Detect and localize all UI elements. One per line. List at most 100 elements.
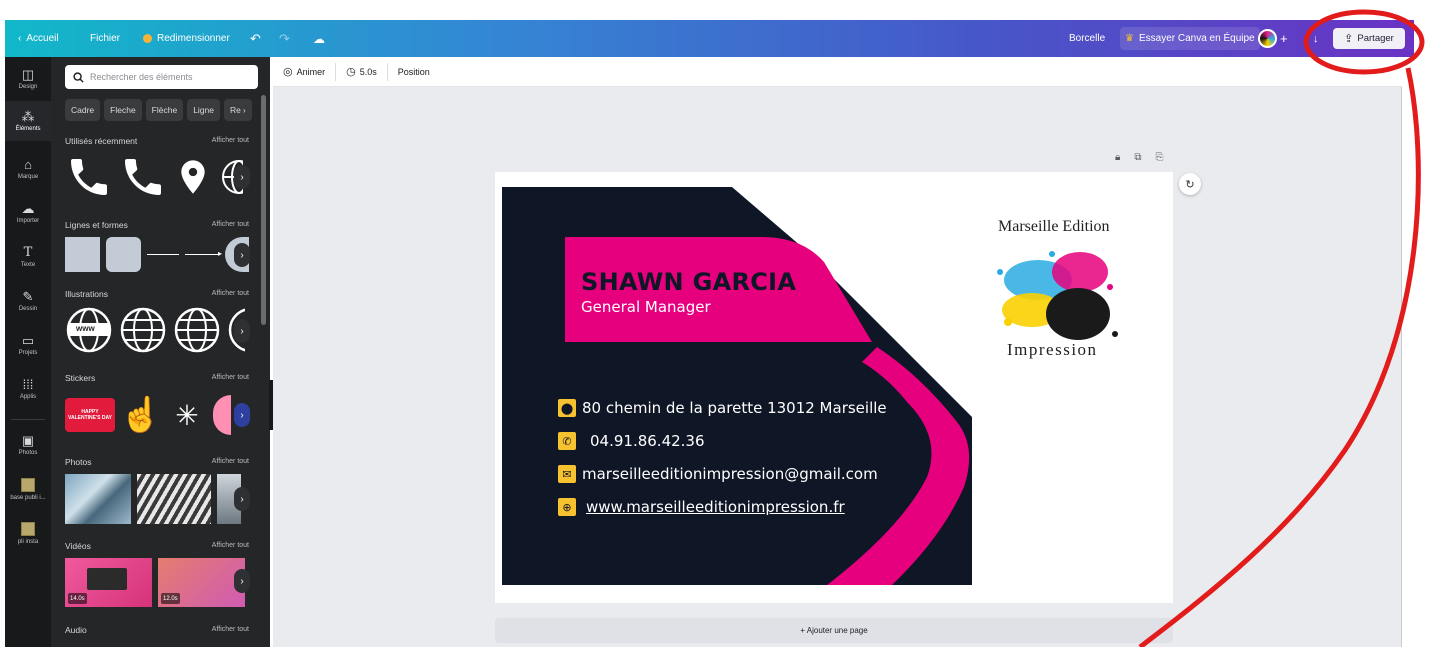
sparkle-sticker[interactable]: ✳ (167, 393, 207, 437)
rail-item-upload[interactable]: ☁ Importer (5, 193, 51, 233)
chevron-right-icon: › (240, 249, 244, 261)
team-name[interactable]: Borcelle (1069, 20, 1105, 57)
arrow-line-shape[interactable]: ▸ (185, 249, 222, 258)
share-upload-icon: ⇪ (1344, 33, 1354, 45)
photos-row (65, 474, 241, 524)
valentines-sticker[interactable]: HAPPY VALENTINE'S DAY (65, 398, 115, 432)
scroll-right-stickers[interactable]: › (234, 403, 250, 427)
resize-button[interactable]: Redimensionner (143, 20, 230, 57)
rail-item-design[interactable]: ◫ Design (5, 59, 51, 99)
animate-button[interactable]: ◎ Animer (273, 62, 337, 81)
scroll-right-illustrations[interactable]: › (234, 319, 250, 343)
share-button[interactable]: ⇪ Partager (1333, 28, 1405, 49)
card-website[interactable]: ⊕ www.marseilleeditionimpression.fr (558, 498, 845, 516)
phone-icon[interactable] (119, 152, 167, 202)
search-icon (73, 71, 84, 83)
photo-buildings[interactable] (65, 474, 131, 524)
hand-pointer-sticker[interactable]: ☝ (120, 393, 162, 437)
logo-subtitle[interactable]: Impression (1007, 340, 1098, 360)
see-all-stickers[interactable]: Afficher tout (201, 374, 249, 381)
rail-item-elements[interactable]: ⁂ Éléments (5, 101, 51, 141)
see-all-recent[interactable]: Afficher tout (201, 137, 249, 144)
lock-icon[interactable]: 🔒︎ (1115, 152, 1120, 163)
design-page[interactable]: SHAWN GARCIA General Manager ⬤ 80 chemin… (495, 172, 1173, 603)
chip-fleche[interactable]: Fleche (104, 99, 142, 121)
scroll-right-recent[interactable]: › (234, 165, 250, 189)
redo-icon[interactable]: ↷ (279, 20, 290, 57)
add-page-icon[interactable]: ⎘ (1155, 152, 1163, 163)
card-name[interactable]: SHAWN GARCIA (581, 268, 796, 296)
panel-scrollbar[interactable] (261, 95, 266, 325)
location-pin-icon[interactable] (173, 152, 213, 202)
page-tools: 🔒︎ ⧉ ⎘ (1115, 152, 1163, 163)
duplicate-icon[interactable]: ⧉ (1134, 152, 1141, 163)
rail-item-text[interactable]: T Texte (5, 237, 51, 277)
rail-divider (11, 419, 45, 420)
photo-skyscraper[interactable] (137, 474, 211, 524)
duration-button[interactable]: ◷ 5.0s (336, 62, 388, 81)
chevron-right-icon: › (240, 171, 244, 183)
card-email[interactable]: ✉ marseilleeditionimpression@gmail.com (558, 465, 878, 483)
chip-cadre[interactable]: Cadre (65, 99, 101, 121)
card-address[interactable]: ⬤ 80 chemin de la parette 13012 Marseill… (558, 399, 887, 417)
rail-item-base-publi[interactable]: base publi i... (5, 469, 51, 509)
see-all-shapes[interactable]: Afficher tout (201, 221, 249, 228)
download-icon[interactable]: ↓ (1313, 20, 1319, 57)
see-all-videos[interactable]: Afficher tout (201, 542, 249, 549)
rail-item-pli-insta[interactable]: pli insta (5, 513, 51, 553)
location-pin-icon: ⬤ (558, 399, 576, 417)
line-shape[interactable] (147, 254, 179, 255)
draw-icon: ✎ (22, 289, 34, 304)
video-laptop[interactable]: 14.0s (65, 558, 152, 607)
folder-thumbnail (21, 477, 35, 492)
search-input[interactable] (90, 72, 250, 82)
scroll-right-shapes[interactable]: › (234, 243, 250, 267)
layout-icon: ◫ (21, 67, 35, 82)
globe-icon[interactable] (173, 306, 221, 354)
search-box[interactable] (65, 65, 258, 89)
section-title-stickers: Stickers (65, 373, 96, 383)
scroll-right-videos[interactable]: › (234, 569, 250, 593)
rounded-square-shape[interactable] (106, 237, 141, 272)
rail-item-apps[interactable]: ⁞⁞⁞ Applis (5, 369, 51, 409)
video-laptop-shape (87, 568, 127, 590)
see-all-audio[interactable]: Afficher tout (201, 626, 249, 633)
video-woman[interactable]: 12.0s (158, 558, 245, 607)
avatar[interactable] (1258, 29, 1277, 48)
phone-icon[interactable] (65, 152, 113, 202)
left-rail: ◫ Design ⁂ Éléments ⌂ Marque ☁ Importer … (5, 57, 51, 647)
chip-fleche-accent[interactable]: Flèche (145, 99, 184, 121)
chip-more[interactable]: Re › (224, 99, 252, 121)
logo-title[interactable]: Marseille Edition (998, 218, 1110, 236)
see-all-photos[interactable]: Afficher tout (201, 458, 249, 465)
cloud-saved-icon[interactable]: ☁ (313, 20, 325, 57)
rail-item-draw[interactable]: ✎ Dessin (5, 281, 51, 321)
back-home-button[interactable]: ‹ Accueil (18, 20, 59, 57)
file-menu-button[interactable]: Fichier (90, 20, 120, 57)
top-bar: ‹ Accueil Fichier Redimensionner ↶ ↷ ☁ B… (5, 20, 1414, 57)
card-job-title[interactable]: General Manager (581, 298, 711, 316)
ink-splash-logo[interactable] (990, 242, 1130, 347)
card-phone[interactable]: ✆ 04.91.86.42.36 (558, 432, 705, 450)
flower-sticker[interactable] (213, 395, 231, 435)
folder-icon: ▭ (21, 333, 35, 348)
globe-icon[interactable] (119, 306, 167, 354)
scroll-right-photos[interactable]: › (234, 487, 250, 511)
undo-icon[interactable]: ↶ (250, 20, 261, 57)
rail-item-brand[interactable]: ⌂ Marque (5, 149, 51, 189)
square-shape[interactable] (65, 237, 100, 272)
add-page-button[interactable]: + Ajouter une page (495, 618, 1173, 643)
refresh-icon[interactable]: ↻ (1179, 173, 1201, 195)
folder-thumbnail (21, 521, 35, 536)
elements-icon: ⁂ (21, 109, 35, 124)
see-all-illustrations[interactable]: Afficher tout (201, 290, 249, 297)
add-member-button[interactable]: + (1280, 20, 1288, 57)
right-margin (1402, 57, 1434, 647)
position-button[interactable]: Position (388, 63, 440, 81)
chip-ligne[interactable]: Ligne (187, 99, 220, 121)
try-team-button[interactable]: ♛ Essayer Canva en Équipe (1120, 27, 1260, 50)
rail-item-photos[interactable]: ▣ Photos (5, 425, 51, 465)
rail-item-projects[interactable]: ▭ Projets (5, 325, 51, 365)
arrow-head-icon: ▸ (217, 249, 222, 258)
chevron-right-icon: › (240, 493, 244, 505)
